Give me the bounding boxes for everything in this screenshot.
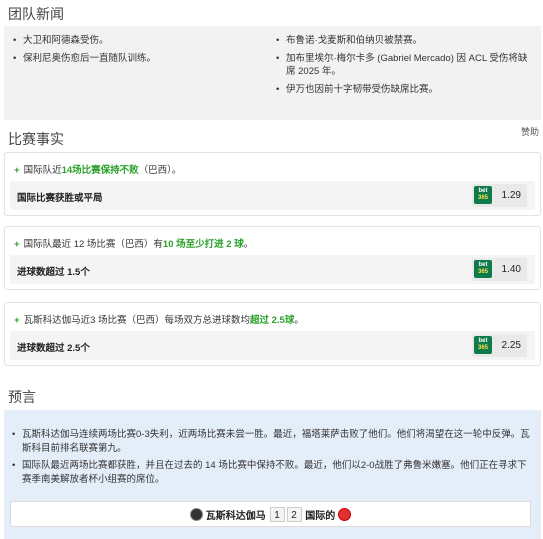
team-news-right-list: 布鲁诺·戈麦斯和伯纳贝被禁赛。 加布里埃尔·梅尔卡多 (Gabriel Merc… — [276, 34, 534, 101]
vasco-crest-icon — [189, 508, 203, 521]
fact-text-part: 国际队最近 12 场比赛（巴西）有 — [23, 239, 163, 250]
odds-button[interactable]: bet 365 1.29 — [472, 184, 527, 207]
fact-text: + 国际队最近 12 场比赛（巴西）有10 场至少打进 2 球。 — [14, 236, 253, 250]
home-score: 1 — [269, 507, 285, 522]
fact-text: + 瓦斯科达伽马近3 场比赛（巴西）每场双方总进球数均超过 2.5球。 — [14, 312, 304, 326]
plus-icon: + — [14, 165, 20, 176]
team-news-item: 加布里埃尔·梅尔卡多 (Gabriel Mercado) 因 ACL 受伤将缺席… — [276, 52, 534, 78]
fact-text: + 国际队近14场比赛保持不败（巴西）。 — [14, 162, 181, 176]
fact-card: + 国际队近14场比赛保持不败（巴西）。 国际比赛获胜或平局 bet 365 1.2… — [4, 152, 541, 216]
fact-text-part: （巴西）。 — [138, 165, 182, 176]
fact-text-part: 国际队近 — [23, 165, 62, 176]
odds-value: 2.25 — [501, 340, 521, 351]
away-score: 2 — [286, 507, 302, 522]
odds-value: 1.29 — [501, 190, 521, 201]
fact-highlight: 不败 — [119, 165, 139, 176]
match-facts-title: 比赛事实 — [8, 131, 64, 147]
team-news-panel: 大卫和阿德森受伤。 保利尼奥伤愈后一直随队训练。 布鲁诺·戈麦斯和伯纳贝被禁赛。… — [4, 26, 541, 120]
prediction-item: 瓦斯科达伽马连续两场比赛0-3失利，近两场比赛未尝一胜。最近，福塔莱萨击败了他们… — [12, 428, 532, 456]
sponsor-label: 赞助 — [520, 127, 539, 137]
fact-highlight: 超过 2.5球 — [250, 315, 295, 326]
odds-button[interactable]: bet 365 2.25 — [472, 334, 527, 357]
prediction-list: 瓦斯科达伽马连续两场比赛0-3失利，近两场比赛未尝一胜。最近，福塔莱萨击败了他们… — [12, 428, 532, 490]
bet365-logo-icon: bet 365 — [474, 336, 492, 354]
prediction-title: 预言 — [8, 389, 36, 405]
bet-row[interactable]: 进球数超过 2.5个 bet 365 2.25 — [10, 331, 535, 360]
fact-card: + 国际队最近 12 场比赛（巴西）有10 场至少打进 2 球。 进球数超过 1.… — [4, 226, 541, 290]
fact-text-part: 瓦斯科达伽马近3 场比赛（巴西）每场双方总进球数均 — [23, 315, 250, 326]
odds-value: 1.40 — [501, 264, 521, 275]
prediction-item: 国际队最近两场比赛都获胜，并且在过去的 14 场比赛中保持不败。最近，他们以2-… — [12, 459, 532, 487]
bet-row[interactable]: 进球数超过 1.5个 bet 365 1.40 — [10, 255, 535, 284]
bet365-logo-icon: bet 365 — [474, 186, 492, 204]
away-team-name: 国际的 — [305, 511, 336, 522]
team-news-item: 保利尼奥伤愈后一直随队训练。 — [13, 52, 268, 65]
bet-market-label: 进球数超过 1.5个 — [17, 267, 90, 278]
bet365-logo-icon: bet 365 — [474, 260, 492, 278]
plus-icon: + — [14, 239, 20, 250]
score-line: 瓦斯科达伽马 12 国际的 — [11, 507, 530, 522]
bet-market-label: 国际比赛获胜或平局 — [17, 193, 103, 204]
team-news-item: 大卫和阿德森受伤。 — [13, 34, 268, 47]
fact-highlight: 14场比赛保持 — [61, 165, 120, 176]
team-news-left-list: 大卫和阿德森受伤。 保利尼奥伤愈后一直随队训练。 — [13, 34, 268, 70]
fact-card: + 瓦斯科达伽马近3 场比赛（巴西）每场双方总进球数均超过 2.5球。 进球数超过… — [4, 302, 541, 366]
odds-button[interactable]: bet 365 1.40 — [472, 258, 527, 281]
fact-highlight: 10 场至少打进 2 球 — [162, 239, 244, 250]
team-news-item: 布鲁诺·戈麦斯和伯纳贝被禁赛。 — [276, 34, 534, 47]
team-news-item: 伊万也因前十字韧带受伤缺席比赛。 — [276, 83, 534, 96]
team-news-title: 团队新闻 — [8, 6, 64, 22]
predicted-score-bar: 瓦斯科达伽马 12 国际的 — [10, 501, 531, 527]
plus-icon: + — [14, 315, 20, 326]
bet-row[interactable]: 国际比赛获胜或平局 bet 365 1.29 — [10, 181, 535, 210]
bet-market-label: 进球数超过 2.5个 — [17, 343, 90, 354]
home-team-name: 瓦斯科达伽马 — [205, 511, 266, 522]
fact-text-part: 。 — [294, 315, 304, 326]
fact-text-part: 。 — [243, 239, 254, 250]
internacional-crest-icon — [338, 508, 352, 521]
